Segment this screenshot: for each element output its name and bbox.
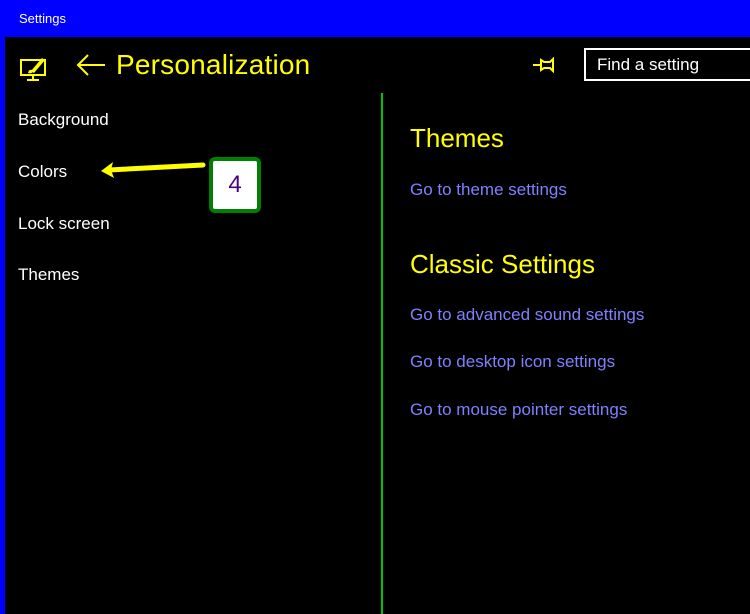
client-area: Personalization Background Colors Lock s… xyxy=(5,37,750,614)
sidebar-item-background[interactable]: Background xyxy=(18,110,109,130)
personalization-icon xyxy=(20,58,46,81)
annotation-arrow-icon xyxy=(101,162,206,178)
window-title: Settings xyxy=(19,11,66,26)
theme-settings-link[interactable]: Go to theme settings xyxy=(410,180,567,200)
page-title: Personalization xyxy=(116,49,311,80)
pane-divider xyxy=(381,93,383,614)
search-input[interactable] xyxy=(584,48,750,81)
mouse-pointer-settings-link[interactable]: Go to mouse pointer settings xyxy=(410,400,627,420)
back-arrow-icon[interactable] xyxy=(75,51,107,81)
sidebar-item-lock-screen[interactable]: Lock screen xyxy=(18,214,110,234)
settings-window: Settings Personalization Background Colo… xyxy=(0,0,750,614)
title-bar: Settings xyxy=(0,0,750,37)
sidebar-item-themes[interactable]: Themes xyxy=(18,265,79,285)
sidebar-item-colors[interactable]: Colors xyxy=(18,162,67,182)
pin-icon[interactable] xyxy=(532,55,558,75)
section-title-themes: Themes xyxy=(410,123,504,153)
advanced-sound-settings-link[interactable]: Go to advanced sound settings xyxy=(410,305,644,325)
section-title-classic-settings: Classic Settings xyxy=(410,249,595,279)
step-number-badge: 4 xyxy=(209,157,261,213)
desktop-icon-settings-link[interactable]: Go to desktop icon settings xyxy=(410,352,615,372)
